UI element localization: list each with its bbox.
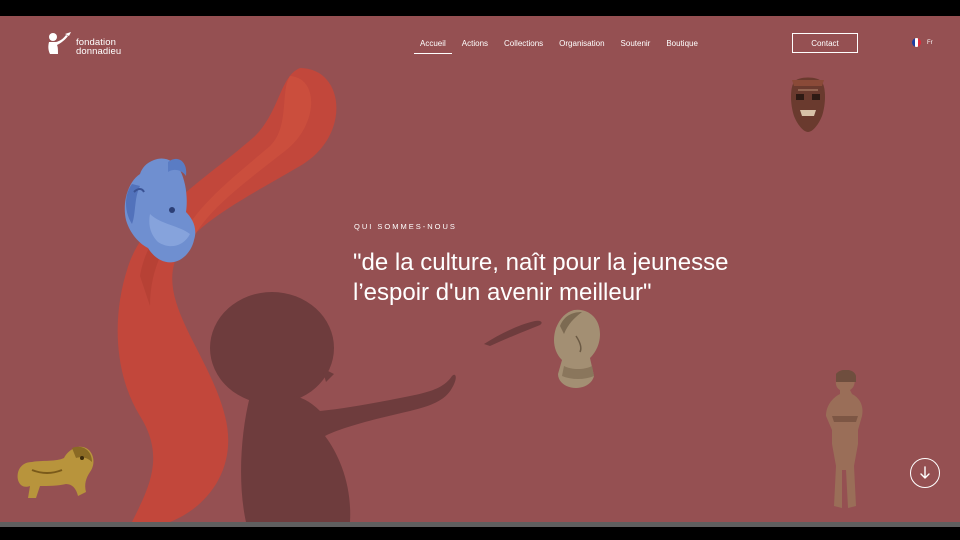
nav-item-organisation[interactable]: Organisation (551, 38, 612, 54)
fondation-logo[interactable]: fondation donnadieu (46, 32, 121, 56)
gold-lion-figurine (17, 446, 94, 498)
scroll-down-button[interactable] (910, 458, 940, 488)
language-label: Fr (927, 39, 933, 46)
bottom-black-bar (0, 527, 960, 540)
logo-wordmark: fondation donnadieu (76, 32, 122, 57)
nav-item-soutenir[interactable]: Soutenir (613, 38, 659, 54)
hero-headline: "de la culture, naît pour la jeunesse l’… (353, 249, 729, 306)
language-switcher[interactable]: Fr (912, 38, 933, 47)
terracotta-standing-figure (826, 370, 863, 508)
main-navigation: Accueil Actions Collections Organisation… (412, 38, 706, 54)
nav-item-actions[interactable]: Actions (454, 38, 496, 54)
hero-page: fondation donnadieu Accueil Actions Coll… (0, 16, 960, 522)
nav-item-accueil[interactable]: Accueil (412, 38, 454, 54)
contact-button[interactable]: Contact (792, 33, 858, 53)
blue-ram-sculpture (124, 158, 196, 263)
arrow-down-icon (920, 466, 930, 479)
france-flag-icon (912, 38, 921, 47)
stone-bust-sculpture (554, 309, 600, 388)
nav-item-boutique[interactable]: Boutique (658, 38, 706, 54)
hero-kicker: QUI SOMMES-NOUS (354, 222, 457, 231)
child-silhouette (210, 292, 542, 522)
carved-mask (791, 77, 825, 132)
nav-item-collections[interactable]: Collections (496, 38, 551, 54)
top-black-bar (0, 0, 960, 16)
child-logo-icon (48, 32, 71, 54)
logo-line-2: donnadieu (76, 46, 122, 57)
